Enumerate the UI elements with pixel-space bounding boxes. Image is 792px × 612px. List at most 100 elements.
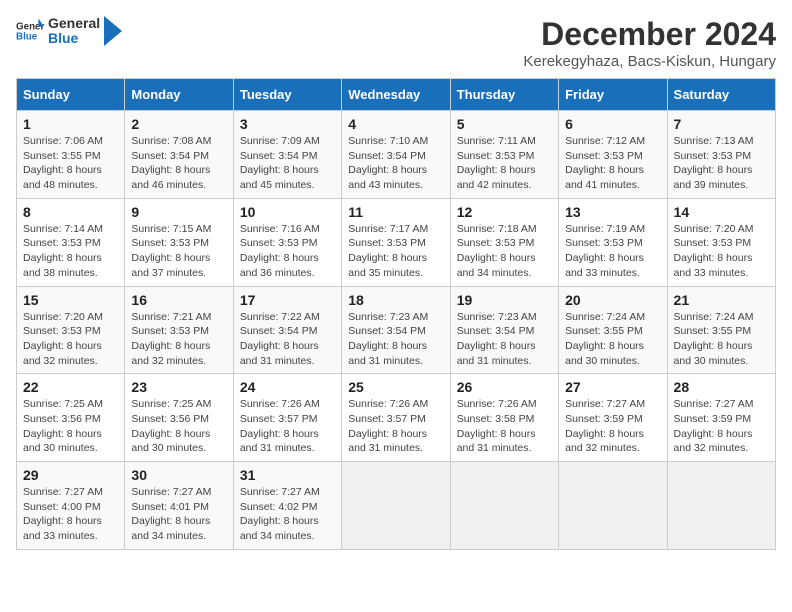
daylight-text: Daylight: 8 hours and 36 minutes. — [240, 252, 319, 279]
day-info: Sunrise: 7:27 AM Sunset: 4:01 PM Dayligh… — [131, 485, 226, 544]
sunset-text: Sunset: 3:58 PM — [457, 413, 535, 425]
daylight-text: Daylight: 8 hours and 30 minutes. — [23, 428, 102, 455]
day-number: 4 — [348, 116, 443, 132]
day-info: Sunrise: 7:27 AM Sunset: 3:59 PM Dayligh… — [565, 397, 660, 456]
day-number: 2 — [131, 116, 226, 132]
sunset-text: Sunset: 3:53 PM — [674, 150, 752, 162]
day-number: 20 — [565, 292, 660, 308]
sunrise-text: Sunrise: 7:12 AM — [565, 135, 645, 147]
logo-arrow-icon — [104, 16, 122, 46]
calendar-cell: 30 Sunrise: 7:27 AM Sunset: 4:01 PM Dayl… — [125, 462, 233, 550]
sunrise-text: Sunrise: 7:09 AM — [240, 135, 320, 147]
day-number: 1 — [23, 116, 118, 132]
day-number: 25 — [348, 379, 443, 395]
daylight-text: Daylight: 8 hours and 31 minutes. — [348, 340, 427, 367]
calendar-cell: 28 Sunrise: 7:27 AM Sunset: 3:59 PM Dayl… — [667, 374, 775, 462]
day-info: Sunrise: 7:25 AM Sunset: 3:56 PM Dayligh… — [131, 397, 226, 456]
day-number: 15 — [23, 292, 118, 308]
day-info: Sunrise: 7:22 AM Sunset: 3:54 PM Dayligh… — [240, 310, 335, 369]
day-info: Sunrise: 7:19 AM Sunset: 3:53 PM Dayligh… — [565, 222, 660, 281]
day-info: Sunrise: 7:17 AM Sunset: 3:53 PM Dayligh… — [348, 222, 443, 281]
daylight-text: Daylight: 8 hours and 39 minutes. — [674, 164, 753, 191]
daylight-text: Daylight: 8 hours and 30 minutes. — [131, 428, 210, 455]
calendar-week-row: 1 Sunrise: 7:06 AM Sunset: 3:55 PM Dayli… — [17, 111, 776, 199]
sunrise-text: Sunrise: 7:25 AM — [23, 398, 103, 410]
sunset-text: Sunset: 3:53 PM — [131, 237, 209, 249]
day-number: 7 — [674, 116, 769, 132]
day-number: 29 — [23, 467, 118, 483]
day-info: Sunrise: 7:06 AM Sunset: 3:55 PM Dayligh… — [23, 134, 118, 193]
calendar-cell: 4 Sunrise: 7:10 AM Sunset: 3:54 PM Dayli… — [342, 111, 450, 199]
day-info: Sunrise: 7:18 AM Sunset: 3:53 PM Dayligh… — [457, 222, 552, 281]
day-info: Sunrise: 7:24 AM Sunset: 3:55 PM Dayligh… — [674, 310, 769, 369]
sunset-text: Sunset: 3:53 PM — [565, 150, 643, 162]
sunrise-text: Sunrise: 7:21 AM — [131, 311, 211, 323]
sunset-text: Sunset: 3:54 PM — [348, 325, 426, 337]
sunset-text: Sunset: 3:53 PM — [240, 237, 318, 249]
day-info: Sunrise: 7:23 AM Sunset: 3:54 PM Dayligh… — [348, 310, 443, 369]
calendar-table: Sunday Monday Tuesday Wednesday Thursday… — [16, 78, 776, 550]
sunrise-text: Sunrise: 7:20 AM — [23, 311, 103, 323]
calendar-cell: 13 Sunrise: 7:19 AM Sunset: 3:53 PM Dayl… — [559, 198, 667, 286]
sunrise-text: Sunrise: 7:15 AM — [131, 223, 211, 235]
calendar-cell: 26 Sunrise: 7:26 AM Sunset: 3:58 PM Dayl… — [450, 374, 558, 462]
col-wednesday: Wednesday — [342, 79, 450, 111]
logo-icon: General Blue — [16, 17, 44, 45]
sunset-text: Sunset: 3:53 PM — [457, 150, 535, 162]
day-number: 26 — [457, 379, 552, 395]
sunrise-text: Sunrise: 7:13 AM — [674, 135, 754, 147]
day-info: Sunrise: 7:27 AM Sunset: 3:59 PM Dayligh… — [674, 397, 769, 456]
calendar-cell: 25 Sunrise: 7:26 AM Sunset: 3:57 PM Dayl… — [342, 374, 450, 462]
sunset-text: Sunset: 3:53 PM — [457, 237, 535, 249]
day-info: Sunrise: 7:20 AM Sunset: 3:53 PM Dayligh… — [674, 222, 769, 281]
daylight-text: Daylight: 8 hours and 30 minutes. — [565, 340, 644, 367]
calendar-cell: 3 Sunrise: 7:09 AM Sunset: 3:54 PM Dayli… — [233, 111, 341, 199]
logo-general-text: General — [48, 16, 100, 31]
sunset-text: Sunset: 3:54 PM — [131, 150, 209, 162]
daylight-text: Daylight: 8 hours and 41 minutes. — [565, 164, 644, 191]
calendar-cell — [450, 462, 558, 550]
sunset-text: Sunset: 3:54 PM — [348, 150, 426, 162]
day-info: Sunrise: 7:24 AM Sunset: 3:55 PM Dayligh… — [565, 310, 660, 369]
calendar-cell — [667, 462, 775, 550]
daylight-text: Daylight: 8 hours and 34 minutes. — [131, 515, 210, 542]
calendar-cell: 10 Sunrise: 7:16 AM Sunset: 3:53 PM Dayl… — [233, 198, 341, 286]
sunrise-text: Sunrise: 7:17 AM — [348, 223, 428, 235]
sunset-text: Sunset: 3:57 PM — [348, 413, 426, 425]
sunset-text: Sunset: 3:56 PM — [23, 413, 101, 425]
sunset-text: Sunset: 3:53 PM — [23, 325, 101, 337]
page-header: General Blue General Blue December 2024 … — [16, 16, 776, 70]
daylight-text: Daylight: 8 hours and 38 minutes. — [23, 252, 102, 279]
day-info: Sunrise: 7:16 AM Sunset: 3:53 PM Dayligh… — [240, 222, 335, 281]
day-number: 18 — [348, 292, 443, 308]
day-info: Sunrise: 7:23 AM Sunset: 3:54 PM Dayligh… — [457, 310, 552, 369]
daylight-text: Daylight: 8 hours and 33 minutes. — [565, 252, 644, 279]
sunset-text: Sunset: 3:59 PM — [565, 413, 643, 425]
sunrise-text: Sunrise: 7:23 AM — [457, 311, 537, 323]
calendar-cell: 17 Sunrise: 7:22 AM Sunset: 3:54 PM Dayl… — [233, 286, 341, 374]
calendar-cell: 27 Sunrise: 7:27 AM Sunset: 3:59 PM Dayl… — [559, 374, 667, 462]
month-title: December 2024 — [523, 16, 776, 53]
sunset-text: Sunset: 3:54 PM — [240, 325, 318, 337]
day-info: Sunrise: 7:14 AM Sunset: 3:53 PM Dayligh… — [23, 222, 118, 281]
calendar-cell: 31 Sunrise: 7:27 AM Sunset: 4:02 PM Dayl… — [233, 462, 341, 550]
sunrise-text: Sunrise: 7:22 AM — [240, 311, 320, 323]
sunrise-text: Sunrise: 7:26 AM — [457, 398, 537, 410]
day-number: 22 — [23, 379, 118, 395]
day-number: 12 — [457, 204, 552, 220]
calendar-cell: 2 Sunrise: 7:08 AM Sunset: 3:54 PM Dayli… — [125, 111, 233, 199]
sunrise-text: Sunrise: 7:24 AM — [674, 311, 754, 323]
logo-blue-text: Blue — [48, 31, 100, 46]
day-number: 9 — [131, 204, 226, 220]
sunrise-text: Sunrise: 7:14 AM — [23, 223, 103, 235]
sunset-text: Sunset: 3:53 PM — [565, 237, 643, 249]
day-info: Sunrise: 7:13 AM Sunset: 3:53 PM Dayligh… — [674, 134, 769, 193]
daylight-text: Daylight: 8 hours and 31 minutes. — [348, 428, 427, 455]
sunset-text: Sunset: 3:55 PM — [23, 150, 101, 162]
title-block: December 2024 Kerekegyhaza, Bacs-Kiskun,… — [523, 16, 776, 70]
sunrise-text: Sunrise: 7:10 AM — [348, 135, 428, 147]
sunrise-text: Sunrise: 7:27 AM — [565, 398, 645, 410]
col-sunday: Sunday — [17, 79, 125, 111]
sunset-text: Sunset: 4:00 PM — [23, 501, 101, 513]
calendar-week-row: 8 Sunrise: 7:14 AM Sunset: 3:53 PM Dayli… — [17, 198, 776, 286]
